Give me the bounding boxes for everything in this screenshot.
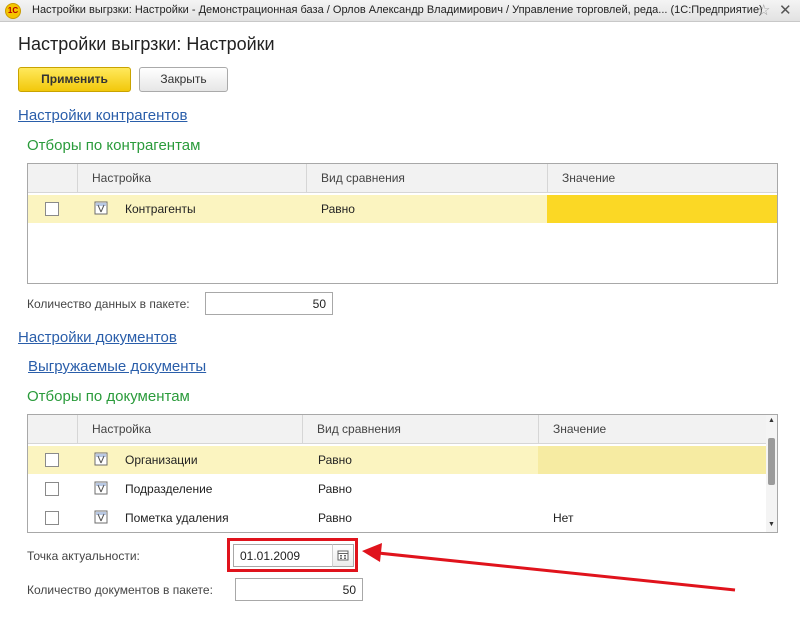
star-icon[interactable]: ☆ <box>757 1 770 19</box>
row-comparison-cell[interactable]: Равно <box>318 446 352 474</box>
column-header-value[interactable]: Значение <box>547 164 777 193</box>
row-setting-cell: Подразделение <box>125 482 213 496</box>
row-checkbox[interactable] <box>45 511 59 525</box>
actuality-date-label: Точка актуальности: <box>27 549 140 563</box>
row-comparison-cell[interactable]: Равно <box>318 475 352 503</box>
row-setting-cell: Пометка удаления <box>125 511 229 525</box>
filter-setting-icon <box>94 510 108 524</box>
page-title: Настройки выгрзки: Настройки <box>18 34 275 54</box>
column-header-comparison[interactable]: Вид сравнения <box>302 415 538 444</box>
window-title: Настройки выгрзки: Настройки - Демонстра… <box>32 4 763 16</box>
table-row[interactable]: Контрагенты Равно <box>28 195 777 223</box>
column-header-comparison[interactable]: Вид сравнения <box>306 164 547 193</box>
row-setting-cell: Контрагенты <box>125 202 196 216</box>
counterparty-filter-table: Настройка Вид сравнения Значение Контраг… <box>27 163 778 284</box>
app-logo-icon: 1C <box>5 3 21 19</box>
column-header-setting[interactable]: Настройка <box>77 415 302 444</box>
row-checkbox[interactable] <box>45 202 59 216</box>
close-button[interactable]: Закрыть <box>139 67 228 92</box>
filter-setting-icon <box>94 452 108 466</box>
row-setting-cell: Организации <box>125 453 198 467</box>
table-row[interactable]: Организации Равно <box>28 446 767 474</box>
document-filter-table: Настройка Вид сравнения Значение Организ… <box>27 414 778 533</box>
column-header-setting[interactable]: Настройка <box>77 164 306 193</box>
document-batch-label: Количество документов в пакете: <box>27 583 213 597</box>
row-value-cell[interactable] <box>538 446 767 474</box>
document-settings-link[interactable]: Настройки документов <box>18 329 177 346</box>
document-batch-input[interactable] <box>235 578 363 601</box>
annotation-highlight-frame <box>227 538 358 572</box>
table-scrollbar[interactable]: ▲ ▼ <box>766 415 777 532</box>
row-comparison-cell[interactable]: Равно <box>321 195 355 223</box>
document-filters-heading: Отборы по документам <box>27 388 190 405</box>
row-value-cell[interactable] <box>547 195 777 223</box>
counterparty-batch-input[interactable] <box>205 292 333 315</box>
row-value-cell[interactable]: Нет <box>553 504 573 532</box>
table-row[interactable]: Пометка удаления Равно Нет <box>28 504 767 532</box>
scroll-thumb[interactable] <box>768 438 775 485</box>
window-titlebar: 1C Настройки выгрзки: Настройки - Демонс… <box>0 0 800 22</box>
filter-setting-icon <box>94 481 108 495</box>
row-comparison-cell[interactable]: Равно <box>318 504 352 532</box>
table-header: Настройка Вид сравнения Значение <box>28 415 777 444</box>
close-icon[interactable]: ✕ <box>779 1 792 19</box>
filter-setting-icon <box>94 201 108 215</box>
column-header-value[interactable]: Значение <box>538 415 767 444</box>
apply-button[interactable]: Применить <box>18 67 131 92</box>
counterparty-settings-link[interactable]: Настройки контрагентов <box>18 107 187 124</box>
row-checkbox[interactable] <box>45 453 59 467</box>
scroll-up-icon[interactable]: ▲ <box>766 416 777 426</box>
scroll-down-icon[interactable]: ▼ <box>766 520 777 530</box>
table-row[interactable]: Подразделение Равно <box>28 475 767 503</box>
table-header: Настройка Вид сравнения Значение <box>28 164 777 193</box>
counterparty-batch-label: Количество данных в пакете: <box>27 297 190 311</box>
counterparty-filters-heading: Отборы по контрагентам <box>27 137 201 154</box>
exported-documents-link[interactable]: Выгружаемые документы <box>28 358 206 375</box>
row-checkbox[interactable] <box>45 482 59 496</box>
